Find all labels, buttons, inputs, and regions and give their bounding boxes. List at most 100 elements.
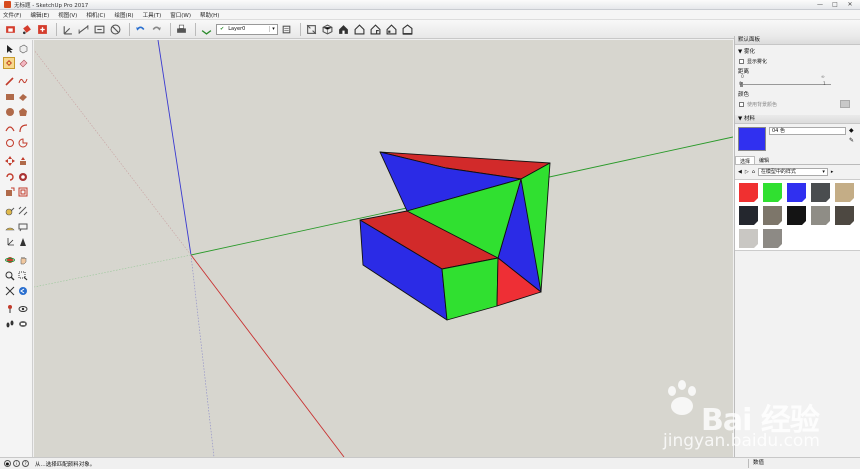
line-pencil-icon[interactable]: [4, 75, 16, 87]
paint-bucket-toolbar-icon[interactable]: [20, 23, 33, 36]
credits-icon[interactable]: i: [13, 460, 20, 467]
library-dropdown[interactable]: 在模型中的样式 ▾: [757, 168, 828, 176]
materials-section-header[interactable]: ▼ 材料: [735, 115, 860, 124]
menu-file[interactable]: 文件(F): [3, 11, 21, 19]
back-view-icon[interactable]: [385, 23, 398, 36]
material-swatch-tan[interactable]: [835, 183, 854, 202]
maximize-button[interactable]: □: [829, 1, 841, 8]
scale-icon[interactable]: [4, 186, 16, 198]
model-canvas[interactable]: [34, 40, 733, 457]
layer-dropdown[interactable]: ✔ Layer0 ▾: [216, 23, 278, 35]
use-bg-color-row[interactable]: 使用背景颜色: [735, 100, 860, 108]
material-swatch-black[interactable]: [787, 206, 806, 225]
menu-window[interactable]: 窗口(W): [170, 11, 191, 19]
pan-hand-icon[interactable]: [17, 254, 29, 266]
show-fog-checkbox[interactable]: [739, 59, 744, 64]
freehand-icon[interactable]: [17, 75, 29, 87]
tab-edit[interactable]: 编辑: [755, 156, 773, 164]
dimension-icon[interactable]: [77, 23, 90, 36]
fog-color-swatch[interactable]: [840, 100, 850, 108]
create-material-icon[interactable]: ◆: [849, 127, 854, 134]
component-icon[interactable]: [4, 23, 17, 36]
pie-icon[interactable]: [17, 137, 29, 149]
three-point-arc-icon[interactable]: [4, 137, 16, 149]
previous-view-icon[interactable]: [17, 285, 29, 297]
rotated-rectangle-icon[interactable]: [17, 91, 29, 103]
push-pull-icon[interactable]: [17, 155, 29, 167]
material-swatch-blue[interactable]: [787, 183, 806, 202]
use-bg-color-checkbox[interactable]: [739, 101, 744, 107]
material-swatch-green[interactable]: [763, 183, 782, 202]
polygon-icon[interactable]: [17, 106, 29, 118]
zoom-extents-tool-icon[interactable]: [4, 285, 16, 297]
move-icon[interactable]: [4, 155, 16, 167]
axes-icon[interactable]: [61, 23, 74, 36]
geo-location-icon[interactable]: ●: [4, 460, 11, 467]
top-view-icon[interactable]: [337, 23, 350, 36]
arc-icon[interactable]: [4, 122, 16, 134]
make-component-icon[interactable]: [17, 43, 29, 55]
fog-distance-slider[interactable]: [740, 82, 831, 87]
menu-help[interactable]: 帮助(H): [200, 11, 219, 19]
walk-icon[interactable]: [4, 318, 16, 330]
fog-section-header[interactable]: ▼ 雾化: [735, 47, 860, 55]
show-fog-row[interactable]: 显示雾化: [735, 58, 860, 65]
protractor-icon[interactable]: [4, 221, 16, 233]
sample-paint-icon[interactable]: ✎: [849, 137, 854, 144]
follow-me-icon[interactable]: [17, 171, 29, 183]
rectangle-icon[interactable]: [4, 91, 16, 103]
user-icon[interactable]: ?: [22, 460, 29, 467]
undo-icon[interactable]: [134, 23, 147, 36]
axes-tool-icon[interactable]: [4, 236, 16, 248]
circle-icon[interactable]: [4, 106, 16, 118]
material-name-field[interactable]: 04 色: [769, 127, 846, 135]
home-icon[interactable]: ⌂: [752, 169, 755, 175]
dimensions-icon[interactable]: [17, 205, 29, 217]
section-tool-icon[interactable]: [17, 318, 29, 330]
close-button[interactable]: ✕: [844, 1, 856, 8]
tab-select[interactable]: 选择: [735, 156, 756, 165]
select-arrow-icon[interactable]: [4, 43, 16, 55]
forward-arrow-icon[interactable]: ▷: [745, 169, 749, 175]
position-camera-icon[interactable]: [4, 303, 16, 315]
measurements-box[interactable]: 数值: [748, 459, 858, 468]
offset-icon[interactable]: [17, 186, 29, 198]
orbit-icon[interactable]: [4, 254, 16, 266]
warehouse-icon[interactable]: [36, 23, 49, 36]
modeling-viewport[interactable]: [34, 40, 733, 457]
material-swatch-red[interactable]: [739, 183, 758, 202]
tape-measure-icon[interactable]: [4, 205, 16, 217]
section-plane-icon[interactable]: [109, 23, 122, 36]
back-arrow-icon[interactable]: ◀: [738, 169, 742, 175]
look-around-icon[interactable]: [17, 303, 29, 315]
material-swatch-dark-gray[interactable]: [811, 183, 830, 202]
rotate-icon[interactable]: [4, 171, 16, 183]
layer-visible-icon[interactable]: [200, 23, 213, 36]
menu-draw[interactable]: 绘图(R): [114, 11, 133, 19]
material-swatch-speckle[interactable]: [763, 229, 782, 248]
left-view-icon[interactable]: [401, 23, 414, 36]
menu-tools[interactable]: 工具(T): [143, 11, 162, 19]
eraser-icon[interactable]: [17, 57, 29, 69]
paint-bucket-icon[interactable]: [3, 57, 15, 69]
menu-camera[interactable]: 相机(C): [86, 11, 105, 19]
right-view-icon[interactable]: [369, 23, 382, 36]
material-swatch-dark-slate[interactable]: [739, 206, 758, 225]
layer-manager-icon[interactable]: [280, 23, 293, 36]
details-arrow-icon[interactable]: ▸: [831, 169, 834, 175]
material-swatch-gray-stone[interactable]: [811, 206, 830, 225]
menu-view[interactable]: 视图(V): [58, 11, 77, 19]
redo-icon[interactable]: [150, 23, 163, 36]
material-swatch-dark-stone[interactable]: [835, 206, 854, 225]
zoom-extents-icon[interactable]: [305, 23, 318, 36]
text-label-icon[interactable]: [17, 221, 29, 233]
print-icon[interactable]: [175, 23, 188, 36]
minimize-button[interactable]: —: [814, 1, 826, 8]
material-swatch-granite[interactable]: [763, 206, 782, 225]
text-icon[interactable]: [93, 23, 106, 36]
iso-view-icon[interactable]: [321, 23, 334, 36]
front-view-icon[interactable]: [353, 23, 366, 36]
material-swatch-light-marble[interactable]: [739, 229, 758, 248]
zoom-window-icon[interactable]: [17, 270, 29, 282]
3d-text-icon[interactable]: [17, 236, 29, 248]
